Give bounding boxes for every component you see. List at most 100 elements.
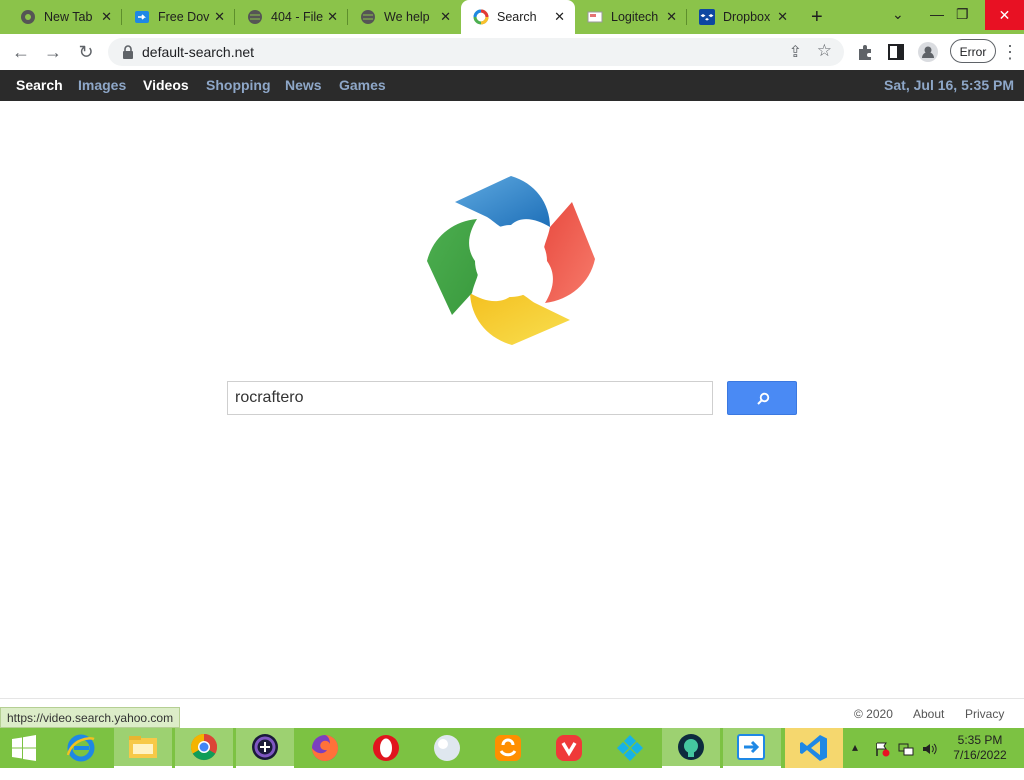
- uc-browser-icon: [495, 735, 521, 761]
- address-bar[interactable]: default-search.net ⇪ ☆: [108, 38, 844, 66]
- share-icon[interactable]: ⇪: [789, 42, 802, 62]
- tab-strip: New Tab ✕ Free Dov ✕ 404 - File ✕ We hel…: [0, 0, 1024, 34]
- reload-button[interactable]: ↻: [76, 42, 96, 62]
- start-button[interactable]: [0, 728, 48, 768]
- tab-free-download[interactable]: Free Dov ✕: [122, 0, 235, 34]
- profile-error-button[interactable]: Error: [950, 39, 996, 63]
- vivaldi-icon: [556, 735, 582, 761]
- about-link[interactable]: About: [913, 707, 944, 721]
- clock-date: 7/16/2022: [953, 748, 1007, 762]
- taskbar-firefox[interactable]: [296, 728, 354, 768]
- tab-dropbox[interactable]: Dropbox ✕: [687, 0, 798, 34]
- back-button[interactable]: ←: [11, 42, 31, 62]
- tray-expand-icon[interactable]: ▴: [852, 740, 858, 780]
- opera-icon: [373, 735, 399, 761]
- download-icon: [135, 11, 149, 23]
- copyright-text: © 2020: [854, 707, 893, 721]
- more-menu-icon[interactable]: ⋮: [1000, 42, 1020, 62]
- taskbar-chrome[interactable]: [175, 728, 233, 768]
- taskbar-app[interactable]: [236, 728, 294, 768]
- forward-button[interactable]: →: [43, 42, 63, 62]
- nav-games[interactable]: Games: [339, 77, 386, 93]
- profile-avatar-icon[interactable]: [918, 42, 938, 62]
- tab-title: Logitech: [611, 10, 659, 24]
- taskbar-github[interactable]: [662, 728, 720, 768]
- search-button[interactable]: [727, 381, 797, 415]
- chrome-icon: [21, 10, 35, 24]
- close-tab-icon[interactable]: ✕: [440, 10, 451, 23]
- search-icon: [757, 392, 770, 405]
- taskbar-ball-app[interactable]: [418, 728, 476, 768]
- site-logo: [427, 176, 595, 345]
- logitech-icon: [587, 11, 603, 23]
- extensions-icon[interactable]: [856, 43, 874, 61]
- lock-icon: [123, 45, 133, 59]
- close-tab-icon[interactable]: ✕: [214, 10, 225, 23]
- taskbar-download-manager[interactable]: [723, 728, 781, 768]
- app-icon: [252, 734, 278, 760]
- tab-title: Search: [497, 10, 537, 24]
- globe-icon: [361, 10, 375, 24]
- taskbar-ie[interactable]: [52, 728, 110, 768]
- volume-icon[interactable]: [921, 741, 937, 757]
- taskbar-opera[interactable]: [357, 728, 415, 768]
- close-tab-icon[interactable]: ✕: [666, 10, 677, 23]
- status-bar-url: https://video.search.yahoo.com: [0, 707, 181, 728]
- tab-search-dropdown-icon[interactable]: ⌄: [892, 6, 904, 23]
- nav-videos[interactable]: Videos: [143, 77, 189, 93]
- github-icon: [678, 734, 704, 760]
- tab-we-help[interactable]: We help ✕: [348, 0, 461, 34]
- tab-title: 404 - File: [271, 10, 323, 24]
- search-logo-icon: [473, 9, 489, 25]
- nav-images[interactable]: Images: [78, 77, 126, 93]
- site-nav-bar: Search Images Videos Shopping News Games…: [0, 70, 1024, 101]
- nav-news[interactable]: News: [285, 77, 322, 93]
- tab-new-tab[interactable]: New Tab ✕: [0, 0, 122, 34]
- tab-title: We help: [384, 10, 430, 24]
- ball-icon: [434, 735, 460, 761]
- windows-start-icon: [12, 735, 36, 761]
- tab-title: New Tab: [44, 10, 93, 24]
- restore-button[interactable]: ❐: [956, 6, 969, 23]
- action-center-flag-icon[interactable]: [874, 741, 890, 757]
- search-input[interactable]: [227, 381, 713, 415]
- windows-taskbar: ▴ 5:35 PM 7/16/2022: [0, 728, 1024, 768]
- url-text: default-search.net: [142, 44, 255, 60]
- taskbar-vivaldi[interactable]: [540, 728, 598, 768]
- close-tab-icon[interactable]: ✕: [327, 10, 338, 23]
- chrome-icon: [190, 733, 218, 761]
- clock-time: 5:35 PM: [957, 733, 1003, 747]
- firefox-icon: [312, 735, 338, 761]
- close-tab-icon[interactable]: ✕: [777, 10, 788, 23]
- nav-datetime: Sat, Jul 16, 5:35 PM: [884, 77, 1014, 93]
- close-tab-icon[interactable]: ✕: [101, 10, 112, 23]
- minimize-button[interactable]: —: [930, 6, 944, 22]
- vscode-icon: [800, 735, 827, 761]
- tab-title: Free Dov: [158, 10, 210, 24]
- ie-icon: [66, 734, 95, 762]
- bookmark-star-icon[interactable]: ☆: [817, 41, 832, 61]
- nav-search[interactable]: Search: [16, 77, 63, 93]
- file-explorer-icon: [129, 736, 157, 758]
- side-panel-icon[interactable]: [888, 44, 904, 60]
- taskbar-vscode[interactable]: [785, 728, 843, 768]
- privacy-link[interactable]: Privacy: [965, 707, 1004, 721]
- download-manager-icon: [737, 734, 765, 760]
- close-tab-icon[interactable]: ✕: [554, 10, 565, 23]
- close-window-button[interactable]: ✕: [985, 0, 1024, 30]
- taskbar-kodi[interactable]: [601, 728, 659, 768]
- dropbox-icon: [699, 9, 715, 25]
- new-tab-button[interactable]: +: [811, 7, 823, 27]
- tab-search[interactable]: Search ✕: [461, 0, 575, 34]
- kodi-icon: [617, 735, 643, 761]
- tab-logitech[interactable]: Logitech ✕: [575, 0, 687, 34]
- tab-title: Dropbox: [723, 10, 771, 24]
- browser-toolbar: ← → ↻ default-search.net ⇪ ☆ Error ⋮: [0, 34, 1024, 71]
- taskbar-file-explorer[interactable]: [114, 728, 172, 768]
- tab-404[interactable]: 404 - File ✕: [235, 0, 348, 34]
- taskbar-uc-browser[interactable]: [479, 728, 537, 768]
- nav-shopping[interactable]: Shopping: [206, 77, 271, 93]
- taskbar-clock[interactable]: 5:35 PM 7/16/2022: [944, 733, 1016, 763]
- network-icon[interactable]: [898, 741, 914, 757]
- globe-icon: [248, 10, 262, 24]
